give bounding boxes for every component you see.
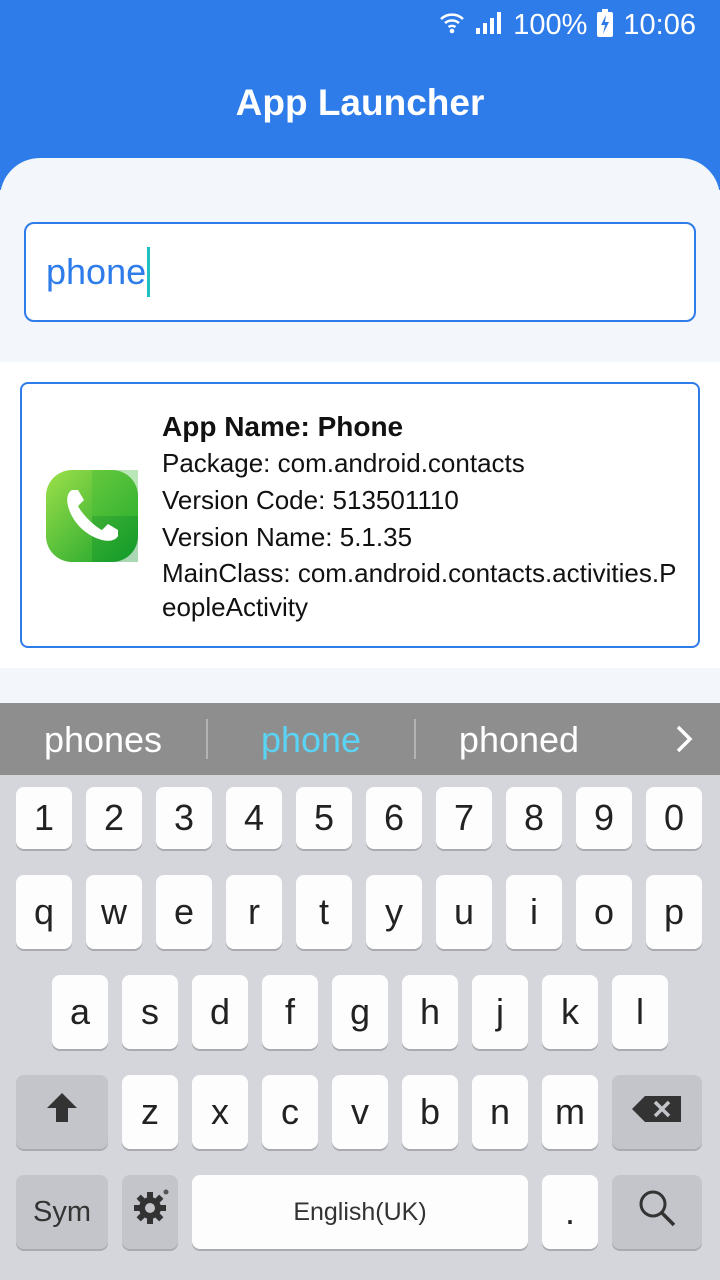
- key-e[interactable]: e: [156, 875, 212, 949]
- keyboard: 1 2 3 4 5 6 7 8 9 0 q w e r t y u i o p …: [0, 775, 720, 1280]
- key-i[interactable]: i: [506, 875, 562, 949]
- clock: 10:06: [623, 8, 696, 41]
- app-list: App Name: Phone Package: com.android.con…: [0, 362, 720, 668]
- text-cursor: [147, 247, 151, 297]
- backspace-icon: [631, 1091, 683, 1133]
- key-y[interactable]: y: [366, 875, 422, 949]
- key-q[interactable]: q: [16, 875, 72, 949]
- search-input-text: phone: [46, 251, 147, 292]
- key-p[interactable]: p: [646, 875, 702, 949]
- key-w[interactable]: w: [86, 875, 142, 949]
- key-o[interactable]: o: [576, 875, 632, 949]
- wifi-icon: [439, 10, 465, 41]
- key-c[interactable]: c: [262, 1075, 318, 1149]
- sym-key-label: Sym: [33, 1195, 91, 1228]
- space-key-label: English(UK): [293, 1197, 427, 1226]
- search-key[interactable]: [612, 1175, 702, 1249]
- backspace-key[interactable]: [612, 1075, 702, 1149]
- suggestion-bar: phones phone phoned: [0, 703, 720, 775]
- key-4[interactable]: 4: [226, 787, 282, 849]
- key-0[interactable]: 0: [646, 787, 702, 849]
- battery-percent: 100%: [513, 8, 588, 41]
- key-6[interactable]: 6: [366, 787, 422, 849]
- chevron-right-icon[interactable]: [666, 721, 702, 757]
- signal-icon: [475, 10, 503, 41]
- shift-key[interactable]: [16, 1075, 108, 1149]
- key-3[interactable]: 3: [156, 787, 212, 849]
- status-bar: 100% 10:06: [439, 0, 720, 50]
- key-z[interactable]: z: [122, 1075, 178, 1149]
- key-d[interactable]: d: [192, 975, 248, 1049]
- sym-key[interactable]: Sym: [16, 1175, 108, 1249]
- key-a[interactable]: a: [52, 975, 108, 1049]
- key-period[interactable]: .: [542, 1175, 598, 1249]
- search-input[interactable]: phone: [24, 222, 696, 322]
- key-k[interactable]: k: [542, 975, 598, 1049]
- key-b[interactable]: b: [402, 1075, 458, 1149]
- key-s[interactable]: s: [122, 975, 178, 1049]
- key-x[interactable]: x: [192, 1075, 248, 1149]
- gear-icon: [130, 1188, 170, 1237]
- key-n[interactable]: n: [472, 1075, 528, 1149]
- suggestion-3[interactable]: phoned: [416, 703, 622, 775]
- page-title: App Launcher: [235, 82, 485, 123]
- phone-app-icon: [44, 468, 140, 564]
- key-u[interactable]: u: [436, 875, 492, 949]
- app-name: App Name: Phone: [162, 411, 404, 442]
- settings-key[interactable]: [122, 1175, 178, 1249]
- key-g[interactable]: g: [332, 975, 388, 1049]
- key-m[interactable]: m: [542, 1075, 598, 1149]
- app-main-class: MainClass: com.android.contacts.activiti…: [162, 558, 677, 622]
- app-version-code: Version Code: 513501110: [162, 485, 459, 515]
- app-info: App Name: Phone Package: com.android.con…: [162, 408, 686, 624]
- key-h[interactable]: h: [402, 975, 458, 1049]
- key-7[interactable]: 7: [436, 787, 492, 849]
- suggestion-1[interactable]: phones: [0, 703, 206, 775]
- app-list-item[interactable]: App Name: Phone Package: com.android.con…: [20, 382, 700, 648]
- shift-arrow-icon: [44, 1090, 80, 1135]
- key-1[interactable]: 1: [16, 787, 72, 849]
- key-j[interactable]: j: [472, 975, 528, 1049]
- key-5[interactable]: 5: [296, 787, 352, 849]
- key-v[interactable]: v: [332, 1075, 388, 1149]
- app-package: Package: com.android.contacts: [162, 448, 525, 478]
- key-t[interactable]: t: [296, 875, 352, 949]
- search-icon: [637, 1188, 677, 1237]
- key-l[interactable]: l: [612, 975, 668, 1049]
- key-f[interactable]: f: [262, 975, 318, 1049]
- battery-charging-icon: [597, 8, 614, 42]
- key-2[interactable]: 2: [86, 787, 142, 849]
- key-r[interactable]: r: [226, 875, 282, 949]
- app-version-name: Version Name: 5.1.35: [162, 522, 413, 552]
- key-8[interactable]: 8: [506, 787, 562, 849]
- key-9[interactable]: 9: [576, 787, 632, 849]
- suggestion-2[interactable]: phone: [208, 703, 414, 775]
- space-key[interactable]: English(UK): [192, 1175, 528, 1249]
